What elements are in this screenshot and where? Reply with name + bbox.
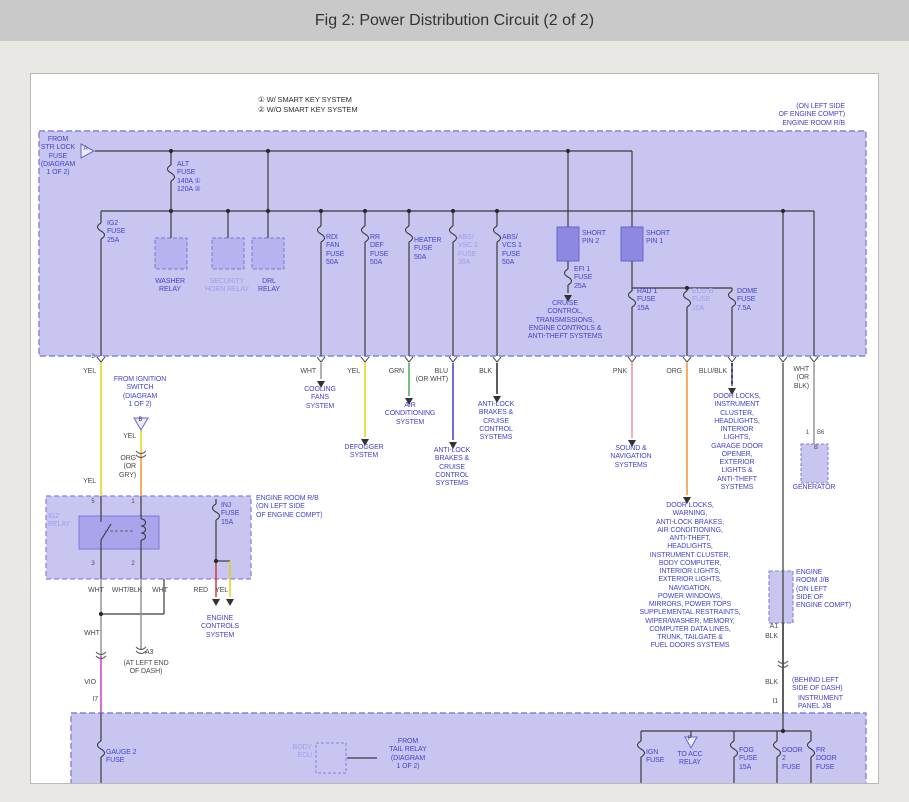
short-pin-2-box — [557, 227, 579, 261]
security-horn-relay-box — [212, 238, 244, 269]
body-ecu-box — [316, 743, 346, 773]
engine-room-jb-box — [769, 571, 793, 623]
short-pin-1-box — [621, 227, 643, 261]
generator-box — [801, 444, 828, 483]
connector-b-icon — [134, 418, 148, 430]
drl-relay-box — [252, 238, 284, 269]
title-bar: Fig 2: Power Distribution Circuit (2 of … — [0, 0, 909, 41]
diagram-canvas — [30, 73, 879, 784]
wiring-diagram-svg — [31, 74, 879, 784]
ig2-relay-inner-box — [79, 516, 159, 549]
junction-blocks — [39, 131, 866, 784]
washer-relay-box — [155, 238, 187, 269]
instrument-panel-jb-box — [71, 713, 866, 784]
exit-chevrons — [97, 357, 818, 362]
figure-title: Fig 2: Power Distribution Circuit (2 of … — [315, 12, 594, 30]
